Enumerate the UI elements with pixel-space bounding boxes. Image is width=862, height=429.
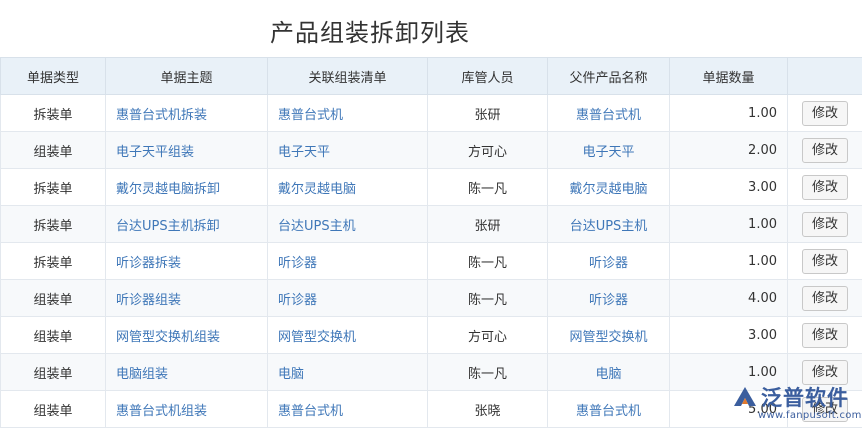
subject-link[interactable]: 听诊器拆装 xyxy=(116,256,181,271)
table-row: 组装单 网管型交换机组装 网管型交换机 方可心 网管型交换机 3.00 修改 xyxy=(0,316,862,354)
watermark-url: www.fanpusoft.com xyxy=(758,410,862,421)
edit-button[interactable]: 修改 xyxy=(802,137,848,163)
fanpu-logo-icon xyxy=(732,386,758,408)
parent-product-link[interactable]: 惠普台式机 xyxy=(576,108,641,123)
col-header-keeper: 库管人员 xyxy=(427,57,548,95)
cell-keeper: 方可心 xyxy=(427,316,548,354)
subject-link[interactable]: 惠普台式机组装 xyxy=(116,404,207,419)
cell-quantity: 2.00 xyxy=(669,131,788,169)
parent-product-link[interactable]: 台达UPS主机 xyxy=(570,219,648,234)
subject-link[interactable]: 电子天平组装 xyxy=(116,145,194,160)
parent-product-link[interactable]: 网管型交换机 xyxy=(569,330,647,345)
cell-doc-type: 拆装单 xyxy=(0,168,106,206)
parent-product-link[interactable]: 电子天平 xyxy=(582,145,634,160)
cell-keeper: 张研 xyxy=(427,205,548,243)
table-row: 拆装单 台达UPS主机拆卸 台达UPS主机 张研 台达UPS主机 1.00 修改 xyxy=(0,205,862,243)
assembly-list-table: 单据类型 单据主题 关联组装清单 库管人员 父件产品名称 单据数量 拆装单 惠普… xyxy=(0,57,862,428)
table-row: 拆装单 惠普台式机拆装 惠普台式机 张研 惠普台式机 1.00 修改 xyxy=(0,94,862,132)
table-row: 拆装单 听诊器拆装 听诊器 陈一凡 听诊器 1.00 修改 xyxy=(0,242,862,280)
subject-link[interactable]: 网管型交换机组装 xyxy=(116,330,220,345)
table-row: 拆装单 戴尔灵越电脑拆卸 戴尔灵越电脑 陈一凡 戴尔灵越电脑 3.00 修改 xyxy=(0,168,862,206)
cell-keeper: 陈一凡 xyxy=(427,279,548,317)
bom-link[interactable]: 听诊器 xyxy=(278,256,317,271)
cell-keeper: 陈一凡 xyxy=(427,168,548,206)
subject-link[interactable]: 惠普台式机拆装 xyxy=(116,108,207,123)
subject-link[interactable]: 戴尔灵越电脑拆卸 xyxy=(116,182,220,197)
cell-keeper: 方可心 xyxy=(427,131,548,169)
table-row: 组装单 电子天平组装 电子天平 方可心 电子天平 2.00 修改 xyxy=(0,131,862,169)
bom-link[interactable]: 电脑 xyxy=(278,367,304,382)
bom-link[interactable]: 戴尔灵越电脑 xyxy=(278,182,356,197)
edit-button[interactable]: 修改 xyxy=(802,248,848,274)
edit-button[interactable]: 修改 xyxy=(802,285,848,311)
cell-doc-type: 组装单 xyxy=(0,353,106,391)
bom-link[interactable]: 听诊器 xyxy=(278,293,317,308)
parent-product-link[interactable]: 听诊器 xyxy=(589,256,628,271)
cell-quantity: 4.00 xyxy=(669,279,788,317)
parent-product-link[interactable]: 戴尔灵越电脑 xyxy=(569,182,647,197)
bom-link[interactable]: 电子天平 xyxy=(278,145,330,160)
parent-product-link[interactable]: 电脑 xyxy=(595,367,621,382)
subject-link[interactable]: 台达UPS主机拆卸 xyxy=(116,219,220,234)
watermark-brand: 泛普软件 xyxy=(761,386,849,410)
edit-button[interactable]: 修改 xyxy=(802,100,848,126)
col-header-doc-type: 单据类型 xyxy=(0,57,106,95)
table-row: 组装单 听诊器组装 听诊器 陈一凡 听诊器 4.00 修改 xyxy=(0,279,862,317)
cell-doc-type: 拆装单 xyxy=(0,205,106,243)
col-header-quantity: 单据数量 xyxy=(669,57,788,95)
table-header-row: 单据类型 单据主题 关联组装清单 库管人员 父件产品名称 单据数量 xyxy=(0,57,862,95)
subject-link[interactable]: 电脑组装 xyxy=(116,367,168,382)
cell-quantity: 3.00 xyxy=(669,316,788,354)
cell-quantity: 3.00 xyxy=(669,168,788,206)
cell-quantity: 1.00 xyxy=(669,94,788,132)
col-header-action xyxy=(787,57,862,95)
edit-button[interactable]: 修改 xyxy=(802,211,848,237)
bom-link[interactable]: 惠普台式机 xyxy=(278,108,343,123)
parent-product-link[interactable]: 惠普台式机 xyxy=(576,404,641,419)
col-header-parent-product: 父件产品名称 xyxy=(547,57,670,95)
watermark-logo: 泛普软件 www.fanpusoft.com xyxy=(728,383,862,429)
bom-link[interactable]: 惠普台式机 xyxy=(278,404,343,419)
col-header-bom: 关联组装清单 xyxy=(267,57,428,95)
cell-doc-type: 组装单 xyxy=(0,390,106,428)
cell-doc-type: 组装单 xyxy=(0,316,106,354)
edit-button[interactable]: 修改 xyxy=(802,322,848,348)
cell-doc-type: 拆装单 xyxy=(0,242,106,280)
cell-doc-type: 拆装单 xyxy=(0,94,106,132)
bom-link[interactable]: 台达UPS主机 xyxy=(278,219,356,234)
cell-keeper: 张研 xyxy=(427,94,548,132)
subject-link[interactable]: 听诊器组装 xyxy=(116,293,181,308)
page-title: 产品组装拆卸列表 xyxy=(270,19,470,47)
cell-doc-type: 组装单 xyxy=(0,279,106,317)
edit-button[interactable]: 修改 xyxy=(802,174,848,200)
cell-quantity: 1.00 xyxy=(669,205,788,243)
col-header-subject: 单据主题 xyxy=(105,57,268,95)
cell-doc-type: 组装单 xyxy=(0,131,106,169)
bom-link[interactable]: 网管型交换机 xyxy=(278,330,356,345)
parent-product-link[interactable]: 听诊器 xyxy=(589,293,628,308)
cell-quantity: 1.00 xyxy=(669,242,788,280)
cell-keeper: 陈一凡 xyxy=(427,353,548,391)
cell-keeper: 张晓 xyxy=(427,390,548,428)
cell-keeper: 陈一凡 xyxy=(427,242,548,280)
edit-button[interactable]: 修改 xyxy=(802,359,848,385)
